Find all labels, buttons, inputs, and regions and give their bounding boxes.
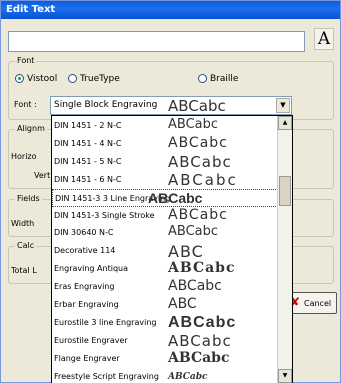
font-name: Engraving Antiqua	[54, 264, 128, 274]
title-bar: Edit Text	[1, 1, 340, 19]
font-name: Freestyle Script Engraving	[54, 371, 159, 381]
font-name: Decorative 114	[54, 246, 116, 256]
radio-braille[interactable]: Braille	[198, 74, 238, 84]
font-name: DIN 30640 N-C	[54, 228, 114, 238]
font-sample: ABCabc	[168, 170, 238, 189]
radio-label: TrueType	[80, 74, 120, 84]
font-name: DIN 1451 - 5 N-C	[54, 156, 122, 166]
vertical-label: Vert	[34, 171, 51, 180]
font-name: DIN 1451 - 4 N-C	[54, 138, 122, 148]
font-sample: ABCabc	[168, 152, 232, 171]
alignment-label: Alignm	[15, 124, 47, 133]
font-list-item[interactable]: Freestyle Script Engraving ABCabc	[52, 368, 278, 383]
fields-label: Fields	[15, 194, 42, 203]
font-sample: ABCabc	[168, 260, 236, 277]
font-list-item[interactable]: Flange Engraver ABCabc	[52, 350, 278, 368]
font-list-item[interactable]: DIN 1451-3 Single Stroke ABCabc	[52, 207, 278, 225]
font-sample: ABCabc	[168, 349, 230, 366]
scrollbar[interactable]: ▲ ▼	[277, 116, 292, 383]
font-list-item[interactable]: Eras Engraving ABCabc	[52, 278, 278, 296]
font-list-item[interactable]: Erbar Engraving ABC	[52, 296, 278, 314]
font-dropdown-list[interactable]: DIN 1451 - 2 N-C ABCabc DIN 1451 - 4 N-C AB…	[51, 115, 293, 383]
font-sample: ABCabc	[168, 331, 232, 350]
font-name: Erbar Engraving	[54, 300, 119, 309]
font-sample: ABCabc	[168, 134, 228, 151]
font-list-item[interactable]: Eurostile Engraver ABCabc	[52, 332, 278, 350]
font-group-label: Font	[15, 56, 37, 65]
font-name: Eras Engraving	[54, 282, 115, 292]
font-list-item[interactable]: DIN 1451 - 5 N-C ABCabc	[52, 153, 278, 171]
font-list-item[interactable]: Eurostile 3 line Engraving ABCabc	[52, 314, 278, 332]
font-sample: ABCabc	[168, 371, 208, 382]
font-sample: ABC	[168, 242, 204, 262]
font-list-item[interactable]: DIN 1451 - 6 N-C ABCabc	[52, 171, 278, 189]
radio-truetype[interactable]: TrueType	[68, 74, 120, 84]
calc-label: Calc	[15, 241, 37, 250]
combo-selected: Single Block Engraving	[54, 100, 158, 110]
radio-checked-icon	[15, 74, 24, 83]
radio-label: Vistool	[27, 74, 58, 84]
font-sample: ABCabc	[168, 278, 222, 295]
cancel-button[interactable]: ✘ Cancel	[287, 292, 337, 314]
font-name: DIN 1451-3 Single Stroke	[54, 210, 155, 220]
font-list-item[interactable]: DIN 1451-3 3 Line Engraving ABCabc	[52, 188, 278, 207]
font-list-item[interactable]: DIN 1451 - 2 N-C ABCabc	[52, 117, 278, 135]
combo-sample: ABCabc	[168, 97, 226, 115]
scroll-down-icon[interactable]: ▼	[278, 369, 292, 383]
font-name: Eurostile Engraver	[54, 335, 128, 345]
font-list-item[interactable]: Decorative 114 ABC	[52, 242, 278, 262]
font-list-item[interactable]: DIN 1451 - 4 N-C ABCabc	[52, 135, 278, 153]
font-label: Font :	[14, 100, 37, 109]
font-sample: ABC	[168, 296, 197, 312]
chevron-down-icon[interactable]: ▼	[276, 98, 290, 113]
cancel-label: Cancel	[304, 299, 332, 308]
scroll-up-icon[interactable]: ▲	[278, 116, 292, 130]
radio-vistool[interactable]: Vistool	[15, 74, 57, 84]
width-label: Width	[11, 219, 35, 228]
font-sample: ABCabc	[168, 206, 228, 223]
total-label: Total L	[11, 266, 37, 275]
radio-icon	[198, 74, 207, 83]
font-sample: ABCabc	[168, 117, 219, 132]
font-list-item[interactable]: Engraving Antiqua ABCabc	[52, 260, 278, 278]
font-sample: ABCabc	[168, 224, 219, 240]
radio-icon	[68, 74, 77, 83]
font-name: Flange Engraver	[54, 353, 120, 363]
font-sample: ABCabc	[148, 189, 203, 206]
font-combo[interactable]: Single Block Engraving ABCabc ▼	[50, 96, 292, 115]
font-sample: ABCabc	[168, 313, 237, 331]
font-name: DIN 1451 - 6 N-C	[54, 174, 122, 184]
text-input[interactable]	[8, 31, 305, 52]
scroll-thumb[interactable]	[279, 176, 291, 206]
font-style-button[interactable]: A	[314, 28, 334, 50]
font-list-item[interactable]: DIN 30640 N-C ABCabc	[52, 224, 278, 242]
font-name: Eurostile 3 line Engraving	[54, 317, 157, 327]
radio-label: Braille	[210, 74, 239, 84]
edit-text-dialog: Edit Text A Font Vistool TrueType Braill…	[0, 0, 341, 383]
horizontal-label: Horizo	[11, 152, 37, 161]
font-name: DIN 1451 - 2 N-C	[54, 121, 122, 130]
